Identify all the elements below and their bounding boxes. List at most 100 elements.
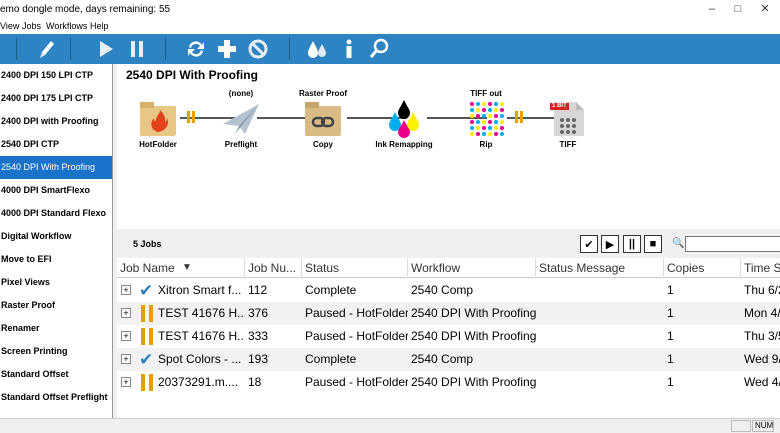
refresh-icon[interactable] [183,37,209,61]
table-row[interactable]: + Xitron Smart f... 112 Complete 2540 Comp 1 T… [117,279,780,302]
check-filter-button[interactable]: ✔ [580,235,598,253]
cell-name: TEST 41676 H... [158,306,245,320]
workflow-item[interactable]: 2540 DPI CTP [0,133,112,156]
expand-icon[interactable]: + [121,354,131,364]
info-icon[interactable] [336,37,362,61]
toolbar [0,34,780,64]
workflow-item[interactable]: 4000 DPI Standard Flexo [0,202,112,225]
check-icon: ✔ [584,238,594,251]
expand-icon[interactable]: + [121,308,131,318]
cell-status: Paused - HotFolder [305,306,408,320]
cell-copies: 1 [667,352,674,366]
jobs-table-header: Job Name ▼ Job Nu... Status Workflow Stat… [117,258,780,278]
ink-drops-icon[interactable] [304,37,330,61]
sort-desc-icon: ▼ [182,262,192,273]
flow-node-copy[interactable]: Raster Proof Copy [288,88,358,149]
cell-time: Thu 3/5 [744,329,780,343]
flow-node-hotfolder[interactable]: HotFolder [123,88,193,149]
status-cell [731,420,751,432]
column-time-submitted[interactable]: Time St [741,258,780,278]
add-icon[interactable] [214,37,240,61]
rip-grid-icon [466,100,506,138]
workflow-item[interactable]: Raster Proof [0,294,112,317]
cell-number: 376 [248,306,269,320]
search-icon: 🔍 [672,238,685,249]
search-icon[interactable] [366,37,392,61]
menu-bar: View Jobs Workflows Help [0,20,780,34]
workflow-list: 2400 DPI 150 LPI CTP 2400 DPI 175 LPI CTP… [0,64,113,418]
workflow-item[interactable]: 2540 DPI With Proofing [0,156,112,179]
minimize-icon[interactable]: – [705,3,719,17]
table-row[interactable]: + TEST 41676 H... 376 Paused - HotFolder 254… [117,302,780,325]
pause-icon: || [628,238,636,250]
column-job-number[interactable]: Job Nu... [245,258,302,278]
menu-workflows[interactable]: Workflows [46,21,87,31]
workflow-item[interactable]: Standard Offset Preflight [0,386,112,409]
expand-icon[interactable]: + [121,331,131,341]
pause-icon[interactable] [124,37,150,61]
play-filter-button[interactable]: ▶ [601,235,619,253]
cell-time: Wed 4/ [744,375,780,389]
toolbar-separator [289,38,290,60]
menu-jobs[interactable]: Jobs [22,21,41,31]
column-workflow[interactable]: Workflow [408,258,536,278]
close-icon[interactable]: ✕ [758,3,772,17]
cell-name: 20373291.m.... [158,375,239,389]
play-icon: ▶ [605,238,615,251]
workflow-item[interactable]: 2400 DPI 150 LPI CTP [0,64,112,87]
cell-workflow: 2540 Comp [411,283,474,297]
menu-help[interactable]: Help [90,21,109,31]
column-status-message[interactable]: Status Message [536,258,664,278]
column-status[interactable]: Status [302,258,408,278]
cell-copies: 1 [667,283,674,297]
workflow-item[interactable]: Pixel Views [0,271,112,294]
expand-icon[interactable]: + [121,285,131,295]
stop-filter-button[interactable]: ■ [644,235,662,253]
complete-check-icon [139,351,155,368]
table-row[interactable]: + Spot Colors - ... 193 Complete 2540 Comp 1 W… [117,348,780,371]
workflow-item[interactable]: 2400 DPI with Proofing [0,110,112,133]
flow-node-ink-remapping[interactable]: Ink Remapping [369,88,439,149]
menu-view[interactable]: View [0,21,19,31]
tiff-file-icon: 1 BIT [548,100,588,138]
bit-depth-badge: 1 BIT [550,103,569,110]
title-bar: emo dongle mode, days remaining: 55 – □ … [0,0,780,20]
maximize-icon[interactable]: □ [731,3,745,17]
workflow-item[interactable]: 2400 DPI 175 LPI CTP [0,87,112,110]
cell-workflow: 2540 DPI With Proofing [411,329,536,343]
jobs-count: 5 Jobs [133,239,162,249]
table-row[interactable]: +20373291.m.... 18 Paused - HotFolder 2540 … [117,371,780,394]
complete-check-icon [139,282,155,299]
flow-node-preflight[interactable]: (none) Preflight [206,88,276,149]
column-job-name[interactable]: Job Name ▼ [117,258,245,278]
hotfolder-icon [138,100,178,138]
cell-message [536,302,664,325]
cell-message [536,348,664,371]
search-input[interactable] [685,236,780,252]
workflow-item[interactable]: Renamer [0,317,112,340]
jobs-toolbar: 5 Jobs ✔ ▶ || ■ 🔍 [117,232,780,258]
cell-number: 333 [248,329,269,343]
expand-icon[interactable]: + [121,377,131,387]
pause-filter-button[interactable]: || [623,235,641,253]
workflow-item[interactable]: Screen Printing [0,340,112,363]
play-icon[interactable] [93,37,119,61]
workflow-item[interactable]: Move to EFI [0,248,112,271]
cell-message [536,325,664,348]
copy-link-icon [303,100,343,138]
num-lock-indicator: NUM [752,420,774,432]
column-copies[interactable]: Copies [664,258,741,278]
workflow-item[interactable]: 4000 DPI SmartFlexo [0,179,112,202]
cancel-icon[interactable] [245,37,271,61]
table-row[interactable]: + TEST 41676 H... 333 Paused - HotFolder 254… [117,325,780,348]
workflow-item[interactable]: Standard Offset [0,363,112,386]
workflow-item[interactable]: Digital Workflow [0,225,112,248]
edit-pencil-icon[interactable] [33,37,59,61]
flow-node-tiff[interactable]: 1 BIT TIFF [533,88,603,149]
cell-status: Paused - HotFolder [305,375,408,389]
flow-node-rip[interactable]: TIFF out Rip [451,88,521,149]
cell-copies: 1 [667,375,674,389]
cell-name: Xitron Smart f... [158,283,242,297]
cell-status: Complete [305,283,357,297]
cell-workflow: 2540 Comp [411,352,474,366]
